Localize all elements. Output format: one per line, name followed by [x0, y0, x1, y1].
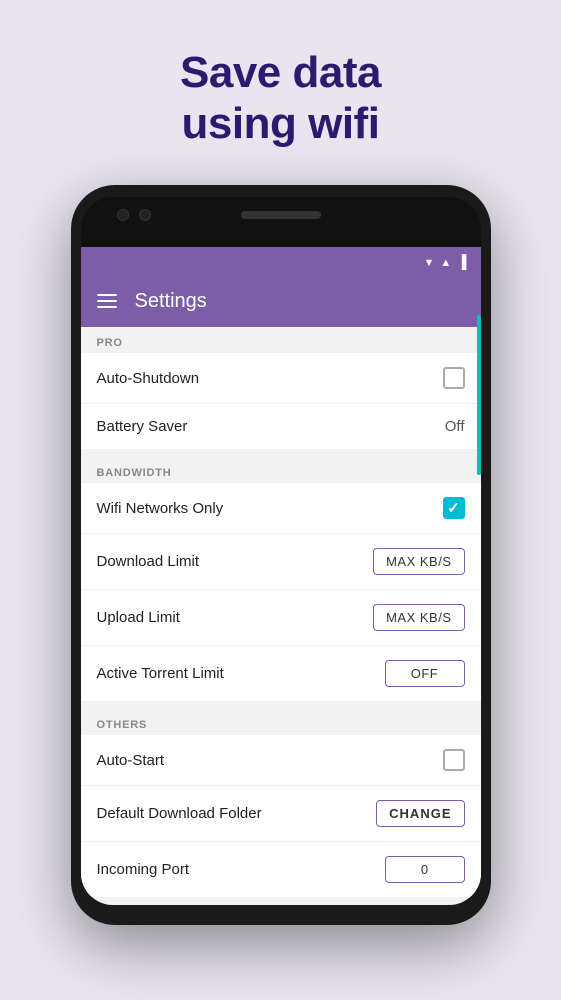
download-limit-label: Download Limit — [97, 553, 200, 570]
download-folder-label: Default Download Folder — [97, 805, 262, 822]
download-limit-button[interactable]: MAX KB/S — [373, 548, 464, 575]
wifi-networks-checkbox[interactable]: ✓ — [443, 497, 465, 519]
hero-text: Save data using wifi — [180, 48, 381, 149]
section-header-pro: PRO — [81, 327, 481, 353]
section-header-others: OTHERS — [81, 709, 481, 735]
battery-saver-label: Battery Saver — [97, 418, 188, 435]
wifi-icon — [424, 254, 435, 269]
row-battery-saver[interactable]: Battery Saver Off — [81, 404, 481, 449]
battery-saver-value: Off — [445, 418, 465, 435]
row-download-limit[interactable]: Download Limit MAX KB/S — [81, 534, 481, 590]
section-pro: Auto-Shutdown Battery Saver Off — [81, 353, 481, 449]
active-torrent-button[interactable]: OFF — [385, 660, 465, 687]
hero-line2: using wifi — [180, 99, 381, 150]
app-bar: Settings — [81, 275, 481, 327]
camera-dots — [117, 209, 151, 221]
auto-shutdown-checkbox[interactable] — [443, 367, 465, 389]
active-torrent-label: Active Torrent Limit — [97, 665, 224, 682]
hamburger-icon[interactable] — [97, 294, 117, 308]
section-others: Auto-Start Default Download Folder CHANG… — [81, 735, 481, 897]
auto-start-checkbox[interactable] — [443, 749, 465, 771]
wifi-networks-label: Wifi Networks Only — [97, 500, 224, 517]
phone-speaker — [241, 211, 321, 219]
status-bar — [81, 247, 481, 275]
incoming-port-value[interactable]: 0 — [385, 856, 465, 883]
battery-icon — [457, 254, 466, 269]
camera-dot-right — [139, 209, 151, 221]
row-download-folder[interactable]: Default Download Folder CHANGE — [81, 786, 481, 842]
upload-limit-button[interactable]: MAX KB/S — [373, 604, 464, 631]
hero-line1: Save data — [180, 48, 381, 99]
row-active-torrent[interactable]: Active Torrent Limit OFF — [81, 646, 481, 701]
signal-icon — [440, 254, 451, 269]
row-auto-start[interactable]: Auto-Start — [81, 735, 481, 786]
hamburger-line-2 — [97, 300, 117, 302]
phone-top-bar — [81, 197, 481, 247]
change-folder-button[interactable]: CHANGE — [376, 800, 464, 827]
phone-mockup: Settings PRO Auto-Shutdown Battery Saver… — [71, 185, 491, 925]
incoming-port-label: Incoming Port — [97, 861, 190, 878]
camera-dot-left — [117, 209, 129, 221]
scrollbar[interactable] — [477, 315, 481, 475]
app-title: Settings — [135, 290, 207, 313]
row-wifi-networks[interactable]: Wifi Networks Only ✓ — [81, 483, 481, 534]
row-upload-limit[interactable]: Upload Limit MAX KB/S — [81, 590, 481, 646]
hamburger-line-1 — [97, 294, 117, 296]
auto-start-label: Auto-Start — [97, 752, 165, 769]
row-auto-shutdown[interactable]: Auto-Shutdown — [81, 353, 481, 404]
phone-screen: Settings PRO Auto-Shutdown Battery Saver… — [81, 247, 481, 905]
phone-frame: Settings PRO Auto-Shutdown Battery Saver… — [71, 185, 491, 925]
section-header-bandwidth: BANDWIDTH — [81, 457, 481, 483]
section-bandwidth: Wifi Networks Only ✓ Download Limit MAX … — [81, 483, 481, 701]
auto-shutdown-label: Auto-Shutdown — [97, 370, 200, 387]
upload-limit-label: Upload Limit — [97, 609, 180, 626]
settings-content: PRO Auto-Shutdown Battery Saver Off BAND… — [81, 327, 481, 897]
hamburger-line-3 — [97, 306, 117, 308]
row-incoming-port[interactable]: Incoming Port 0 — [81, 842, 481, 897]
